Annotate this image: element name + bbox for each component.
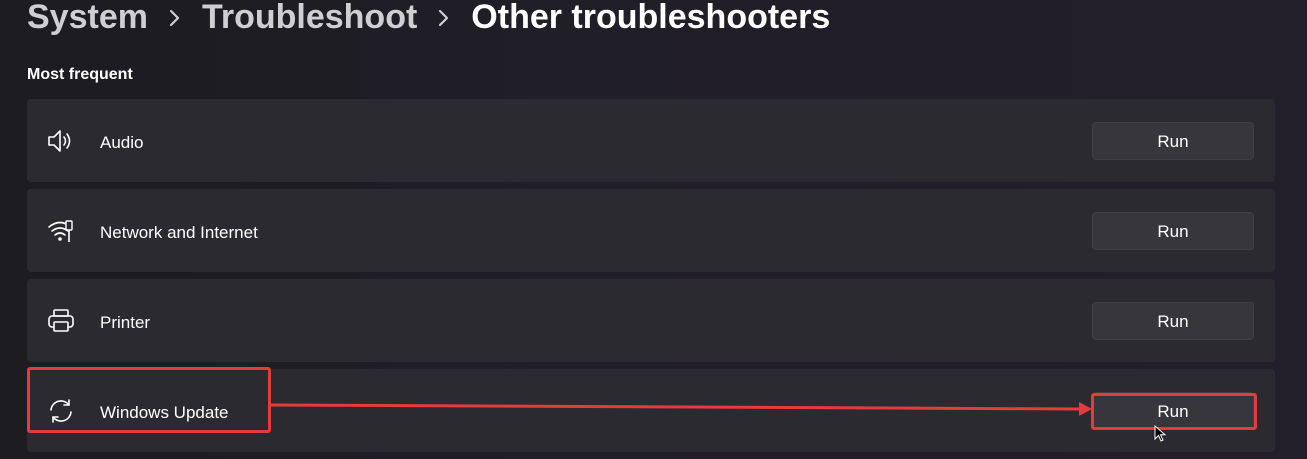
printer-icon bbox=[46, 306, 76, 336]
troubleshooter-row-audio: Audio Run bbox=[27, 99, 1275, 182]
wifi-icon bbox=[46, 216, 76, 246]
run-printer-button[interactable]: Run bbox=[1092, 302, 1254, 340]
troubleshooter-label: Network and Internet bbox=[100, 223, 258, 242]
breadcrumb-troubleshoot[interactable]: Troubleshoot bbox=[202, 0, 417, 37]
page-title: Other troubleshooters bbox=[471, 0, 831, 36]
speaker-icon bbox=[46, 126, 76, 156]
chevron-right-icon bbox=[168, 0, 182, 40]
breadcrumb: System Troubleshoot Other troubleshooter… bbox=[27, 0, 830, 40]
annotation-box-button bbox=[1091, 393, 1257, 430]
mouse-cursor-icon bbox=[1154, 424, 1168, 443]
settings-page: System Troubleshoot Other troubleshooter… bbox=[0, 0, 1307, 459]
chevron-right-icon bbox=[437, 0, 451, 40]
troubleshooter-row-printer: Printer Run bbox=[27, 279, 1275, 362]
section-title: Most frequent bbox=[27, 66, 133, 83]
troubleshooter-row-network: Network and Internet Run bbox=[27, 189, 1275, 272]
run-audio-button[interactable]: Run bbox=[1092, 122, 1254, 160]
troubleshooter-label: Audio bbox=[100, 133, 144, 152]
breadcrumb-system[interactable]: System bbox=[27, 0, 148, 37]
annotation-box-label bbox=[27, 367, 271, 433]
run-network-button[interactable]: Run bbox=[1092, 212, 1254, 250]
troubleshooter-label: Printer bbox=[100, 313, 151, 332]
